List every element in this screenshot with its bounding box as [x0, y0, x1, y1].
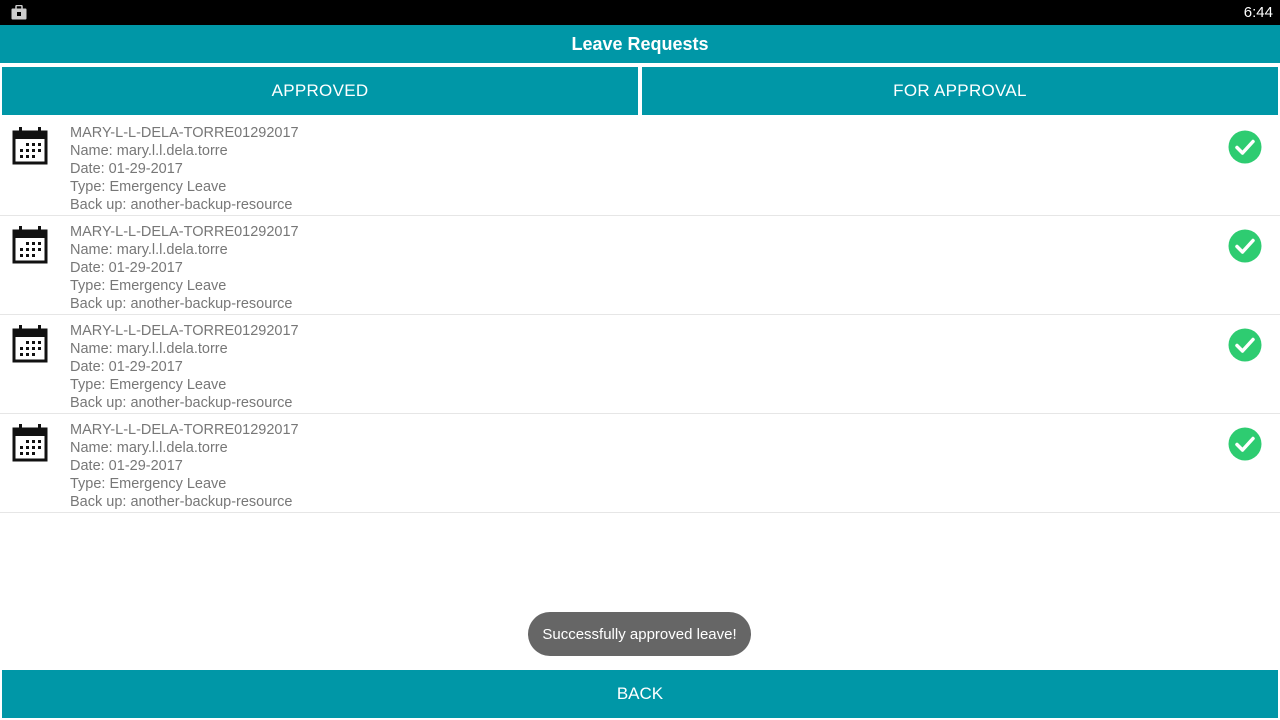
leave-request-name: Name: mary.l.l.dela.torre	[70, 242, 228, 258]
leave-request-backup: Back up: another-backup-resource	[70, 296, 293, 312]
leave-request-details: MARY-L-L-DELA-TORRE01292017 Name: mary.l…	[70, 322, 299, 412]
leave-request-date: Date: 01-29-2017	[70, 359, 183, 375]
calendar-icon	[12, 424, 48, 462]
page-title: Leave Requests	[571, 33, 709, 54]
calendar-icon	[12, 127, 48, 165]
leave-request-item[interactable]: MARY-L-L-DELA-TORRE01292017 Name: mary.l…	[0, 414, 1280, 513]
leave-request-date: Date: 01-29-2017	[70, 161, 183, 177]
leave-request-name: Name: mary.l.l.dela.torre	[70, 341, 228, 357]
leave-request-id: MARY-L-L-DELA-TORRE01292017	[70, 125, 299, 141]
leave-request-id: MARY-L-L-DELA-TORRE01292017	[70, 323, 299, 339]
toast-message: Successfully approved leave!	[528, 612, 751, 656]
leave-request-details: MARY-L-L-DELA-TORRE01292017 Name: mary.l…	[70, 421, 299, 511]
leave-request-backup: Back up: another-backup-resource	[70, 395, 293, 411]
leave-request-item[interactable]: MARY-L-L-DELA-TORRE01292017 Name: mary.l…	[0, 216, 1280, 315]
approved-check-icon[interactable]	[1228, 130, 1262, 164]
app-header: Leave Requests	[0, 25, 1280, 63]
approved-check-icon[interactable]	[1228, 328, 1262, 362]
leave-request-type: Type: Emergency Leave	[70, 476, 227, 492]
calendar-icon	[12, 325, 48, 363]
leave-request-type: Type: Emergency Leave	[70, 377, 227, 393]
approved-check-icon[interactable]	[1228, 427, 1262, 461]
leave-request-date: Date: 01-29-2017	[70, 260, 183, 276]
status-clock: 6:44	[1243, 4, 1273, 21]
leave-request-list: MARY-L-L-DELA-TORRE01292017 Name: mary.l…	[0, 117, 1280, 513]
back-button[interactable]: BACK	[2, 670, 1278, 718]
tab-bar: APPROVED FOR APPROVAL	[0, 63, 1280, 117]
tab-for-approval[interactable]: FOR APPROVAL	[642, 67, 1278, 115]
leave-request-name: Name: mary.l.l.dela.torre	[70, 440, 228, 456]
leave-request-details: MARY-L-L-DELA-TORRE01292017 Name: mary.l…	[70, 124, 299, 214]
leave-request-backup: Back up: another-backup-resource	[70, 197, 293, 213]
leave-request-item[interactable]: MARY-L-L-DELA-TORRE01292017 Name: mary.l…	[0, 315, 1280, 414]
approved-check-icon[interactable]	[1228, 229, 1262, 263]
leave-request-backup: Back up: another-backup-resource	[70, 494, 293, 510]
leave-request-type: Type: Emergency Leave	[70, 179, 227, 195]
calendar-icon	[12, 226, 48, 264]
leave-request-details: MARY-L-L-DELA-TORRE01292017 Name: mary.l…	[70, 223, 299, 313]
leave-request-date: Date: 01-29-2017	[70, 458, 183, 474]
status-bar: 6:44	[0, 0, 1280, 25]
leave-request-id: MARY-L-L-DELA-TORRE01292017	[70, 422, 299, 438]
leave-request-id: MARY-L-L-DELA-TORRE01292017	[70, 224, 299, 240]
leave-request-name: Name: mary.l.l.dela.torre	[70, 143, 228, 159]
leave-request-type: Type: Emergency Leave	[70, 278, 227, 294]
shopping-bag-icon	[11, 5, 27, 20]
leave-request-item[interactable]: MARY-L-L-DELA-TORRE01292017 Name: mary.l…	[0, 117, 1280, 216]
tab-approved[interactable]: APPROVED	[2, 67, 638, 115]
